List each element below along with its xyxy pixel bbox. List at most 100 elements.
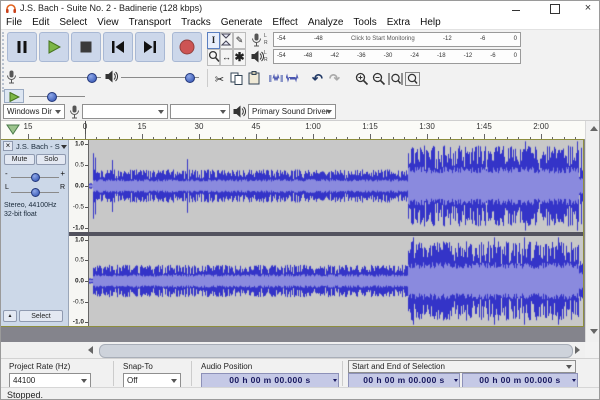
- menu-transport[interactable]: Transport: [124, 16, 176, 29]
- draw-tool-button[interactable]: ✎: [233, 32, 246, 49]
- zoom-in-button[interactable]: [353, 70, 370, 87]
- recording-volume-slider[interactable]: [19, 70, 101, 84]
- slider-thumb[interactable]: [31, 173, 40, 182]
- menu-extra[interactable]: Extra: [382, 16, 415, 29]
- skip-to-start-button[interactable]: [103, 32, 133, 62]
- waveform-left-channel[interactable]: [89, 140, 583, 232]
- ruler-minor-tick: [96, 137, 97, 139]
- playback-meter[interactable]: -54 -48 -42 -36 -30 -24 -18 -12 -6 0: [273, 49, 521, 64]
- undo-button[interactable]: ↶: [309, 70, 326, 87]
- menu-generate[interactable]: Generate: [216, 16, 268, 29]
- vruler-label: 0.5: [74, 256, 84, 264]
- play-speed-slider[interactable]: [29, 89, 85, 103]
- pinned-play-head-icon[interactable]: [6, 124, 20, 136]
- scroll-down-icon[interactable]: [590, 329, 598, 334]
- ruler-minor-tick: [450, 137, 451, 139]
- redo-button[interactable]: ↷: [326, 70, 343, 87]
- mute-button[interactable]: Mute: [4, 154, 35, 165]
- audio-host-select[interactable]: Windows Dir: [3, 104, 65, 119]
- collapse-track-button[interactable]: ▲: [3, 310, 17, 322]
- multi-tool-button[interactable]: ✱: [233, 49, 246, 66]
- play-button[interactable]: [39, 32, 69, 62]
- menu-edit[interactable]: Edit: [27, 16, 54, 29]
- project-rate-select[interactable]: 44100: [9, 373, 91, 388]
- maximize-button[interactable]: [539, 1, 569, 16]
- zoom-tool-button[interactable]: [207, 49, 220, 66]
- vertical-scale-right-channel[interactable]: 1.0 0.5 0.0 -0.5 -1.0: [69, 236, 89, 326]
- slider-thumb[interactable]: [87, 73, 97, 83]
- vruler-label: -0.5: [72, 298, 84, 306]
- menu-help[interactable]: Help: [415, 16, 446, 29]
- selection-tool-button[interactable]: I: [207, 32, 220, 49]
- cut-button[interactable]: ✂: [211, 70, 228, 87]
- vertical-scrollbar[interactable]: [585, 121, 599, 342]
- scroll-up-icon[interactable]: [590, 126, 598, 131]
- mixer-and-edit-row: ✂ ↶ ↷: [1, 67, 599, 89]
- recording-channels-select[interactable]: [170, 104, 230, 119]
- copy-icon: [230, 72, 243, 85]
- gain-slider[interactable]: - +: [5, 169, 65, 182]
- ruler-label: 30: [194, 122, 204, 131]
- slider-thumb[interactable]: [31, 188, 40, 197]
- select-track-button[interactable]: Select: [19, 310, 63, 322]
- ruler-minor-tick: [495, 137, 496, 139]
- track-close-button[interactable]: ×: [3, 141, 13, 151]
- scroll-left-icon[interactable]: [88, 346, 93, 354]
- ruler-minor-tick: [427, 137, 428, 139]
- minimize-button[interactable]: [501, 1, 531, 16]
- pan-slider[interactable]: L R: [5, 184, 65, 197]
- recording-device-select[interactable]: [82, 104, 168, 119]
- selection-mode-select[interactable]: Start and End of Selection: [348, 360, 576, 373]
- playback-device-select[interactable]: Primary Sound Driver: [248, 104, 336, 119]
- slider-thumb[interactable]: [185, 73, 195, 83]
- vertical-scale-left-channel[interactable]: 1.0 0.5 0.0 -0.5 -1.0: [69, 140, 89, 232]
- vruler-tick: [85, 186, 88, 187]
- playback-volume-slider[interactable]: [121, 70, 199, 84]
- menu-analyze[interactable]: Analyze: [303, 16, 349, 29]
- snap-to-select[interactable]: Off: [123, 373, 181, 388]
- title-bar[interactable]: J.S. Bach - Suite No. 2 - Badinerie (128…: [1, 1, 599, 16]
- horizontal-scrollbar[interactable]: [1, 342, 585, 358]
- ruler-label: 1:00: [305, 122, 321, 131]
- silence-audio-button[interactable]: [284, 70, 301, 87]
- menu-effect[interactable]: Effect: [267, 16, 302, 29]
- microphone-icon: [252, 33, 261, 47]
- stop-button[interactable]: [71, 32, 101, 62]
- trim-audio-button[interactable]: [267, 70, 284, 87]
- pause-button[interactable]: [7, 32, 37, 62]
- chevron-down-icon: [158, 110, 164, 114]
- track-menu-arrow-icon[interactable]: [61, 145, 67, 149]
- ruler-minor-tick: [279, 137, 280, 139]
- skip-to-end-button[interactable]: [135, 32, 165, 62]
- copy-button[interactable]: [228, 70, 245, 87]
- slider-thumb[interactable]: [47, 92, 57, 102]
- waveform-right-channel[interactable]: [89, 236, 583, 326]
- zoom-out-button[interactable]: [370, 70, 387, 87]
- recording-meter[interactable]: -54 -48 Click to Start Monitoring -12 -6…: [273, 32, 521, 47]
- track-title[interactable]: J.S. Bach - S: [16, 142, 60, 151]
- scrollbar-thumb[interactable]: [99, 344, 573, 358]
- toolbar-dock: I ✎ ↔ ✱ L R -54 -48 Click to Start Monit…: [1, 30, 599, 121]
- pan-right-label: R: [59, 184, 65, 191]
- vruler-tick: [85, 207, 88, 208]
- fit-selection-button[interactable]: [387, 70, 404, 87]
- paste-button[interactable]: [245, 70, 262, 87]
- menu-file[interactable]: File: [1, 16, 27, 29]
- timeshift-tool-button[interactable]: ↔: [220, 49, 233, 66]
- menu-view[interactable]: View: [92, 16, 124, 29]
- menu-tracks[interactable]: Tracks: [176, 16, 216, 29]
- record-button[interactable]: [172, 32, 202, 62]
- chevron-down-icon: [171, 379, 177, 383]
- envelope-tool-button[interactable]: [220, 32, 233, 49]
- timeline-ruler[interactable]: 1501530451:001:151:301:452:002:15: [1, 121, 599, 140]
- scroll-right-icon[interactable]: [575, 346, 580, 354]
- play-at-speed-button[interactable]: [4, 89, 24, 103]
- menu-select[interactable]: Select: [54, 16, 92, 29]
- solo-button[interactable]: Solo: [36, 154, 66, 165]
- close-button[interactable]: ×: [573, 1, 599, 16]
- monitoring-hint[interactable]: Click to Start Monitoring: [351, 36, 415, 42]
- menu-tools[interactable]: Tools: [348, 16, 381, 29]
- fit-project-button[interactable]: [404, 70, 421, 87]
- vruler-label: -1.0: [72, 224, 84, 232]
- track-area[interactable]: × J.S. Bach - S Mute Solo - + L R Stereo…: [1, 139, 585, 342]
